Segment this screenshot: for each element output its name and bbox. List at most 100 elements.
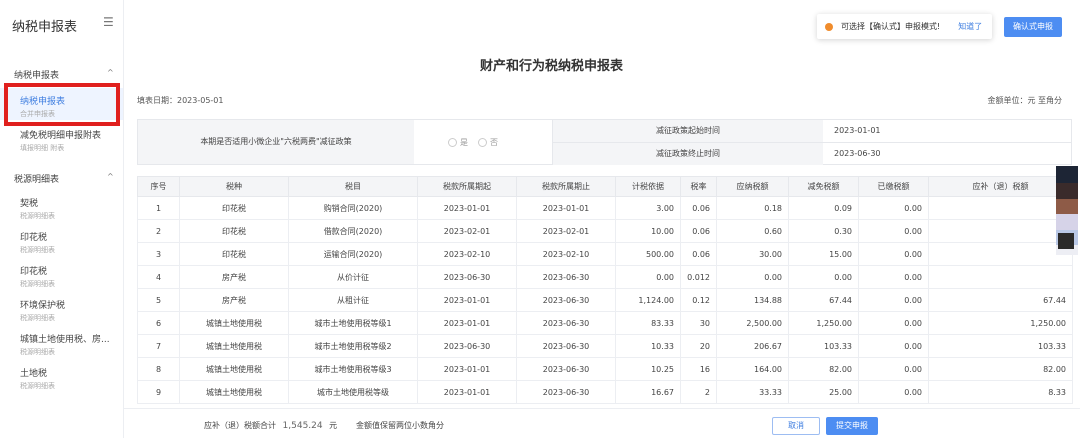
table-cell[interactable]: 0.00 (858, 242, 929, 266)
sidebar-item-stamp-tax[interactable]: 印花税 税源明细表 (0, 224, 123, 256)
table-cell[interactable]: 0.06 (680, 219, 717, 243)
sidebar-item-relief-schedule[interactable]: 减免税明细申报附表 填报明细 附表 (0, 122, 123, 154)
table-cell[interactable]: 1,250.00 (788, 311, 859, 335)
table-cell[interactable]: 2 (680, 380, 717, 404)
total-label-wrap: 应补（退）税额合计 1,545.24 元 (204, 420, 337, 431)
table-cell[interactable]: 134.88 (716, 288, 789, 312)
table-cell[interactable]: 0.00 (858, 219, 929, 243)
table-cell: 借款合同(2020) (288, 219, 418, 243)
sidebar-item-land-use-tax[interactable]: 城镇土地使用税、房... 税源明细表 (0, 326, 123, 358)
radio-no[interactable]: 否 (478, 137, 498, 148)
table-cell[interactable]: 82.00 (928, 357, 1073, 381)
table-cell[interactable] (928, 265, 1073, 289)
page-title: 财产和行为税纳税申报表 (480, 59, 624, 74)
table-cell[interactable]: 67.44 (788, 288, 859, 312)
column-header: 序号 (137, 176, 180, 197)
table-cell[interactable]: 25.00 (788, 380, 859, 404)
sidebar-item-land-tax[interactable]: 土地税 税源明细表 (0, 360, 123, 392)
column-header: 应补（退）税额 (928, 176, 1073, 197)
table-cell[interactable]: 0.00 (858, 288, 929, 312)
table-cell: 城镇土地使用税 (179, 357, 289, 381)
footer-note: 金额值保留两位小数角分 (356, 421, 444, 430)
table-cell[interactable]: 1,124.00 (615, 288, 681, 312)
table-cell[interactable]: 206.67 (716, 334, 789, 358)
table-cell[interactable]: 0.00 (858, 380, 929, 404)
hamburger-icon[interactable]: ☰ (103, 15, 114, 29)
sidebar-item-label: 契税 (20, 199, 39, 209)
table-cell[interactable]: 82.00 (788, 357, 859, 381)
table-cell[interactable]: 0.12 (680, 288, 717, 312)
table-cell[interactable]: 0.00 (858, 334, 929, 358)
radio-yes[interactable]: 是 (448, 137, 468, 148)
table-cell[interactable]: 0.60 (716, 219, 789, 243)
table-cell[interactable]: 10.33 (615, 334, 681, 358)
policy-start-value[interactable]: 2023-01-01 (834, 120, 881, 142)
group-title-sources[interactable]: 税源明细表 (14, 172, 59, 185)
group-title-returns[interactable]: 纳税申报表 (14, 68, 59, 81)
table-cell[interactable]: 10.25 (615, 357, 681, 381)
chevron-up-icon[interactable]: ^ (107, 172, 114, 181)
table-cell[interactable]: 0.00 (858, 265, 929, 289)
sidebar-item-sub: 税源明细表 (20, 382, 55, 390)
table-cell: 7 (137, 334, 180, 358)
cancel-button[interactable]: 取消 (772, 417, 820, 435)
table-cell[interactable]: 0.00 (858, 196, 929, 220)
table-cell[interactable]: 3.00 (615, 196, 681, 220)
table-cell: 印花税 (179, 196, 289, 220)
table-cell[interactable]: 0.09 (788, 196, 859, 220)
table-row: 6 城镇土地使用税 城市土地使用税等级1 2023-01-01 2023-06-30 83… (137, 311, 1073, 335)
table-cell[interactable]: 8.33 (928, 380, 1073, 404)
total-unit: 元 (329, 421, 338, 430)
table-cell[interactable]: 2,500.00 (716, 311, 789, 335)
table-cell[interactable]: 0.00 (788, 265, 859, 289)
table-cell[interactable]: 103.33 (928, 334, 1073, 358)
policy-start-row: 减征政策起始时间 2023-01-01 (552, 120, 1071, 142)
table-cell[interactable]: 16 (680, 357, 717, 381)
table-cell: 9 (137, 380, 180, 404)
table-cell[interactable]: 1,250.00 (928, 311, 1073, 335)
table-cell[interactable]: 0.06 (680, 196, 717, 220)
sidebar-item-sub: 税源明细表 (20, 212, 55, 220)
sidebar-item-deed-tax[interactable]: 契税 税源明细表 (0, 190, 123, 222)
table-cell[interactable]: 0.06 (680, 242, 717, 266)
table-row: 2 印花税 借款合同(2020) 2023-02-01 2023-02-01 10.00 0… (137, 219, 1073, 243)
table-cell[interactable]: 0.00 (858, 311, 929, 335)
confirm-mode-button[interactable]: 确认式申报 (1004, 17, 1062, 37)
table-cell[interactable] (928, 219, 1073, 243)
table-cell[interactable]: 33.33 (716, 380, 789, 404)
sidebar-item-environment-tax[interactable]: 环境保护税 税源明细表 (0, 292, 123, 324)
table-cell[interactable]: 20 (680, 334, 717, 358)
notice-dismiss-link[interactable]: 知道了 (958, 21, 982, 32)
table-cell[interactable]: 0.012 (680, 265, 717, 289)
column-header: 税款所属期起 (417, 176, 517, 197)
total-label: 应补（退）税额合计 (204, 421, 276, 430)
submit-button[interactable]: 提交申报 (826, 417, 878, 435)
table-cell: 城市土地使用税等级3 (288, 357, 418, 381)
table-cell[interactable]: 0.00 (858, 357, 929, 381)
sidebar-item-stamp-tax-2[interactable]: 印花税 税源明细表 (0, 258, 123, 290)
sidebar-item-label: 城镇土地使用税、房... (20, 335, 110, 345)
table-cell[interactable] (928, 242, 1073, 266)
table-cell[interactable]: 0.00 (615, 265, 681, 289)
table-cell[interactable]: 30 (680, 311, 717, 335)
table-cell[interactable]: 0.18 (716, 196, 789, 220)
table-cell[interactable]: 500.00 (615, 242, 681, 266)
table-cell: 房产税 (179, 288, 289, 312)
table-cell[interactable]: 83.33 (615, 311, 681, 335)
table-cell[interactable]: 10.00 (615, 219, 681, 243)
table-cell[interactable]: 0.00 (716, 265, 789, 289)
table-cell[interactable]: 103.33 (788, 334, 859, 358)
table-cell[interactable]: 0.30 (788, 219, 859, 243)
table-cell[interactable]: 67.44 (928, 288, 1073, 312)
table-cell[interactable] (928, 196, 1073, 220)
table-cell: 城镇土地使用税 (179, 380, 289, 404)
policy-end-value[interactable]: 2023-06-30 (834, 143, 881, 165)
table-cell[interactable]: 15.00 (788, 242, 859, 266)
tax-table: 序号 税种 税目 税款所属期起 税款所属期止 计税依据 税率 应纳税额 减免税额 已缴税额 应补（退… (137, 176, 1073, 404)
table-cell[interactable]: 16.67 (615, 380, 681, 404)
chevron-up-icon[interactable]: ^ (107, 68, 114, 77)
table-cell[interactable]: 30.00 (716, 242, 789, 266)
table-cell[interactable]: 164.00 (716, 357, 789, 381)
radio-label: 是 (460, 138, 468, 147)
table-cell: 2023-06-30 (516, 357, 616, 381)
